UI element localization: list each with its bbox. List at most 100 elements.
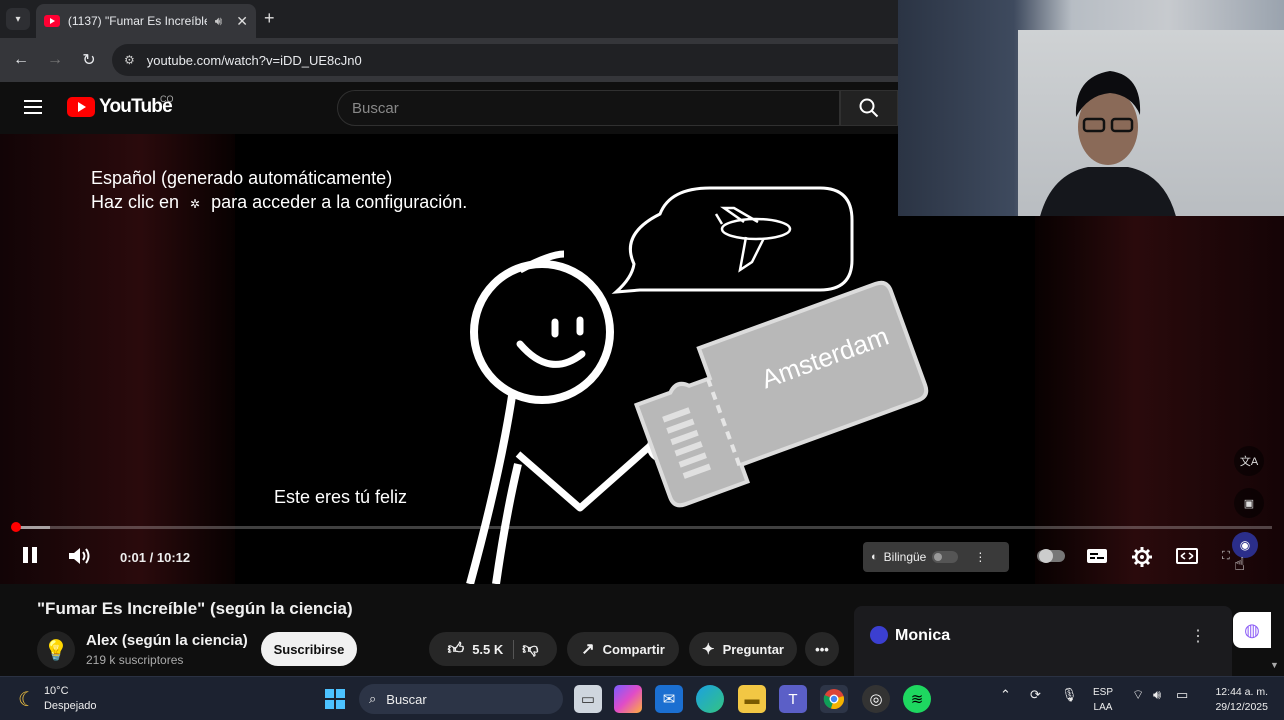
browser-tab-strip: ▾ (1137) "Fumar Es Increíble" 🔊︎ ✕ + [0, 0, 898, 38]
spotify-icon[interactable]: ≋ [903, 685, 931, 713]
autoplay-toggle[interactable] [1036, 548, 1066, 564]
monica-bilingual-icon: ◐ [871, 551, 878, 563]
monica-panel: Monica ⋮ [854, 606, 1232, 676]
progress-bar[interactable] [11, 522, 1272, 532]
obs-icon[interactable]: ◎ [862, 685, 890, 713]
volume-button[interactable] [66, 544, 92, 568]
country-code: CO [160, 94, 174, 104]
time-display: 0:01 / 10:12 [120, 550, 191, 565]
translate-icon[interactable]: 文A [1234, 446, 1264, 476]
theater-mode-button[interactable] [1176, 548, 1198, 564]
figure-head [470, 260, 614, 404]
teams-icon[interactable]: T [779, 685, 807, 713]
show-hidden-icons-icon[interactable]: ⌃ [1000, 687, 1011, 703]
gear-icon [1132, 547, 1152, 567]
windows-logo-icon [325, 689, 345, 709]
site-info-icon[interactable]: ⚙︎ [124, 53, 135, 67]
scroll-down-arrow-icon[interactable]: ▼ [1270, 660, 1279, 670]
thumbs-down-icon[interactable]: 👎︎ [522, 640, 538, 659]
new-tab-plus-icon[interactable]: + [264, 8, 275, 29]
bilingual-toggle[interactable]: ◐ Bilingüe ⋮ [863, 542, 1009, 572]
wifi-icon[interactable]: ⌔ [1132, 687, 1144, 703]
reload-icon[interactable]: ↻ [72, 50, 106, 70]
share-button[interactable]: ↗ Compartir [567, 632, 679, 666]
microphone-icon[interactable]: 🎙︎ [1061, 687, 1078, 703]
ask-label: Preguntar [722, 641, 784, 657]
lightbulb-icon: 💡 [43, 639, 69, 662]
caption-settings-notice: Español (generado automáticamente) Haz c… [91, 166, 467, 216]
channel-name[interactable]: Alex (según la ciencia) [86, 632, 248, 649]
monica-brain-icon: ◍ [1244, 619, 1260, 640]
youtube-play-logo-icon [67, 97, 95, 117]
volume-icon [69, 548, 90, 564]
channel-avatar[interactable]: 💡 [37, 631, 75, 669]
subscribe-button[interactable]: Suscribirse [261, 632, 357, 666]
bilingual-switch[interactable] [932, 551, 959, 563]
search-icon [859, 98, 879, 118]
weather-condition: Despejado [43, 700, 97, 712]
tab-search-button[interactable]: ▾ [6, 8, 30, 30]
more-actions-button[interactable]: ••• [805, 632, 839, 666]
bilingual-more-icon[interactable]: ⋮ [974, 550, 986, 564]
close-tab-icon[interactable]: ✕ [236, 13, 248, 30]
pause-icon [23, 547, 37, 563]
start-button[interactable] [321, 685, 349, 713]
search-input[interactable]: Buscar [337, 90, 840, 126]
clock-time: 12:44 a. m. [1215, 686, 1268, 698]
fullscreen-button[interactable]: ⛶ [1222, 550, 1230, 563]
input-language[interactable]: ESP LAA [1093, 685, 1113, 715]
caption-language: Español (generado automáticamente) [91, 168, 393, 188]
speaker-icon[interactable]: 🔊︎ [215, 14, 223, 29]
video-details: "Fumar Es Increíble" (según la ciencia) … [0, 584, 898, 676]
file-explorer-icon[interactable]: ▬ [738, 685, 766, 713]
youtube-logo[interactable]: YouTube [67, 96, 173, 118]
windows-taskbar: ☾ 10°C Despejado ⌕ Buscar ▭ ✉ ▬ T ◎ ≋ ⌃ … [0, 676, 1284, 720]
edge-icon[interactable] [696, 685, 724, 713]
keyboard-layout: LAA [1093, 702, 1113, 713]
autoplay-toggle-icon [1037, 549, 1065, 563]
caption-hint-a: Haz clic en [91, 192, 180, 212]
like-button[interactable]: 👍︎ 5.5 K [447, 639, 515, 659]
search-icon: ⌕ [369, 691, 377, 706]
ask-button[interactable]: ✦ Preguntar [689, 632, 797, 666]
webcam-person-icon [1040, 71, 1176, 216]
copilot-icon[interactable] [614, 685, 642, 713]
system-clock[interactable]: 12:44 a. m. 29/12/2025 [1204, 685, 1268, 715]
share-label: Compartir [602, 641, 665, 657]
scrubber-handle[interactable] [11, 522, 21, 532]
battery-icon[interactable]: ▭ [1176, 687, 1188, 703]
video-title: "Fumar Es Increíble" (según la ciencia) [37, 599, 353, 618]
address-bar[interactable]: ⚙︎ youtube.com/watch?v=iDD_UE8cJn0 [112, 44, 898, 76]
sync-icon[interactable]: ⟳ [1030, 687, 1041, 703]
video-subtitle: Este eres tú feliz [274, 487, 408, 507]
monica-sidebar-button[interactable]: ◍ [1233, 612, 1271, 648]
url-text: youtube.com/watch?v=iDD_UE8cJn0 [146, 52, 362, 68]
weather-widget[interactable]: ☾ 10°C Despejado [18, 684, 97, 714]
monica-menu-icon[interactable]: ⋮ [1190, 626, 1206, 646]
task-view-icon[interactable]: ▭ [574, 685, 602, 713]
sparkle-icon: ✦ [702, 641, 715, 658]
forward-arrow-icon[interactable]: → [38, 51, 72, 69]
ticket-card [633, 280, 929, 508]
browser-tab-active[interactable]: (1137) "Fumar Es Increíble" 🔊︎ ✕ [36, 4, 256, 38]
bilingual-label: Bilingüe [883, 550, 927, 564]
subtitles-button[interactable] [1086, 548, 1108, 564]
speech-bubble [611, 186, 854, 294]
taskbar-search[interactable]: ⌕ Buscar [359, 684, 563, 714]
volume-icon[interactable]: 🔊︎ [1153, 687, 1161, 703]
pause-button[interactable] [20, 544, 40, 566]
language-code: ESP [1093, 687, 1114, 698]
settings-button[interactable] [1131, 546, 1153, 568]
apps-icon[interactable]: ▣ [1234, 488, 1264, 518]
chrome-icon[interactable] [820, 685, 848, 713]
more-horizontal-icon: ••• [815, 641, 829, 657]
monica-title: Monica [895, 627, 951, 644]
theater-icon [1176, 548, 1198, 564]
back-arrow-icon[interactable]: ← [4, 51, 38, 69]
share-arrow-icon: ↗ [581, 641, 595, 658]
menu-icon[interactable] [24, 100, 42, 114]
outlook-icon[interactable]: ✉ [655, 685, 683, 713]
youtube-header: YouTube CO Buscar [0, 82, 898, 134]
search-button[interactable] [840, 90, 898, 126]
like-count: 5.5 K [472, 641, 504, 657]
